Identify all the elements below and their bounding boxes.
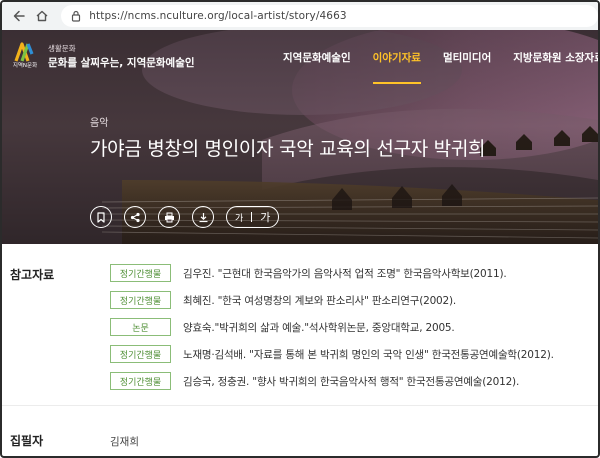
lock-icon xyxy=(69,9,83,23)
reference-item: 정기간행물 김승국, 정충권. "향사 박귀희의 한국음악사적 행적" 한국전통… xyxy=(110,371,519,391)
reference-citation: 김승국, 정충권. "향사 박귀희의 한국음악사적 행적" 한국전통공연예술(2… xyxy=(183,375,520,388)
reference-item: 정기간행물 최혜진. "한국 여성명창의 계보와 판소리사" 판소리연구(200… xyxy=(110,290,456,310)
author-label: 집필자 xyxy=(10,434,44,448)
print-button[interactable] xyxy=(158,206,180,228)
story-toolbar: 가 가 xyxy=(90,206,280,228)
home-button[interactable] xyxy=(32,5,54,27)
hero-banner: 지역N문화 생활문화 문화를 살찌우는, 지역문화예술인 지역문화예술인 이야기… xyxy=(2,30,598,244)
browser-window: https://ncms.nculture.org/local-artist/s… xyxy=(0,0,600,458)
download-button[interactable] xyxy=(192,206,214,228)
reference-type-badge: 정기간행물 xyxy=(110,345,171,363)
brand-title[interactable]: 문화를 살찌우는, 지역문화예술인 xyxy=(48,55,195,70)
section-divider xyxy=(2,405,598,406)
brand-subtitle: 생활문화 xyxy=(48,44,76,53)
reference-citation: 김우진. "근현대 한국음악가의 음악사적 업적 조명" 한국음악사학보(201… xyxy=(183,267,507,280)
reference-citation: 양효숙."박귀희의 삶과 예술."석사학위논문, 중앙대학교, 2005. xyxy=(183,321,455,334)
reference-citation: 최혜진. "한국 여성명창의 계보와 판소리사" 판소리연구(2002). xyxy=(183,294,457,307)
font-decrease-button[interactable]: 가 xyxy=(235,211,243,224)
references-label: 참고자료 xyxy=(10,268,55,282)
main-navigation: 지역문화예술인 이야기자료 멀티미디어 지방문화원 소장자료 xyxy=(283,30,598,84)
arrow-left-icon xyxy=(13,10,25,22)
font-size-divider xyxy=(251,212,253,222)
nav-item-local-artists[interactable]: 지역문화예술인 xyxy=(283,30,351,84)
address-bar[interactable]: https://ncms.nculture.org/local-artist/s… xyxy=(61,5,598,27)
home-icon xyxy=(36,10,48,22)
reference-citation: 노재명·김석배. "자료를 통해 본 박귀희 명인의 국악 인생" 한국전통공연… xyxy=(183,348,554,361)
reference-type-badge: 정기간행물 xyxy=(110,372,171,390)
reference-item: 정기간행물 김우진. "근현대 한국음악가의 음악사적 업적 조명" 한국음악사… xyxy=(110,263,507,283)
bookmark-button[interactable] xyxy=(90,206,112,228)
font-increase-button[interactable]: 가 xyxy=(260,209,270,225)
nav-item-multimedia[interactable]: 멀티미디어 xyxy=(443,30,491,84)
author-name: 김재희 xyxy=(110,436,139,448)
reference-item: 논문 양효숙."박귀희의 삶과 예술."석사학위논문, 중앙대학교, 2005. xyxy=(110,317,455,337)
reference-type-badge: 정기간행물 xyxy=(110,291,171,309)
share-button[interactable] xyxy=(124,206,146,228)
print-icon xyxy=(164,212,174,222)
back-button[interactable] xyxy=(8,5,30,27)
share-icon xyxy=(130,212,140,222)
logo-text: 지역N문화 xyxy=(12,63,38,69)
nculture-logo-icon xyxy=(14,42,34,62)
site-header: 지역N문화 생활문화 문화를 살찌우는, 지역문화예술인 지역문화예술인 이야기… xyxy=(2,30,598,84)
nav-item-cultural-center-archive[interactable]: 지방문화원 소장자료 xyxy=(513,30,598,84)
reference-type-badge: 논문 xyxy=(110,318,171,336)
download-icon xyxy=(199,212,207,222)
reference-type-badge: 정기간행물 xyxy=(110,264,171,282)
reference-item: 정기간행물 노재명·김석배. "자료를 통해 본 박귀희 명인의 국악 인생" … xyxy=(110,344,554,364)
bookmark-icon xyxy=(97,211,105,223)
page-title: 가야금 병창의 명인이자 국악 교육의 선구자 박귀희 xyxy=(90,138,486,160)
url-text: https://ncms.nculture.org/local-artist/s… xyxy=(89,10,347,22)
font-size-control: 가 가 xyxy=(226,206,280,228)
story-category: 음악 xyxy=(90,118,109,129)
nav-item-stories[interactable]: 이야기자료 xyxy=(372,30,422,84)
browser-toolbar: https://ncms.nculture.org/local-artist/s… xyxy=(2,2,598,30)
